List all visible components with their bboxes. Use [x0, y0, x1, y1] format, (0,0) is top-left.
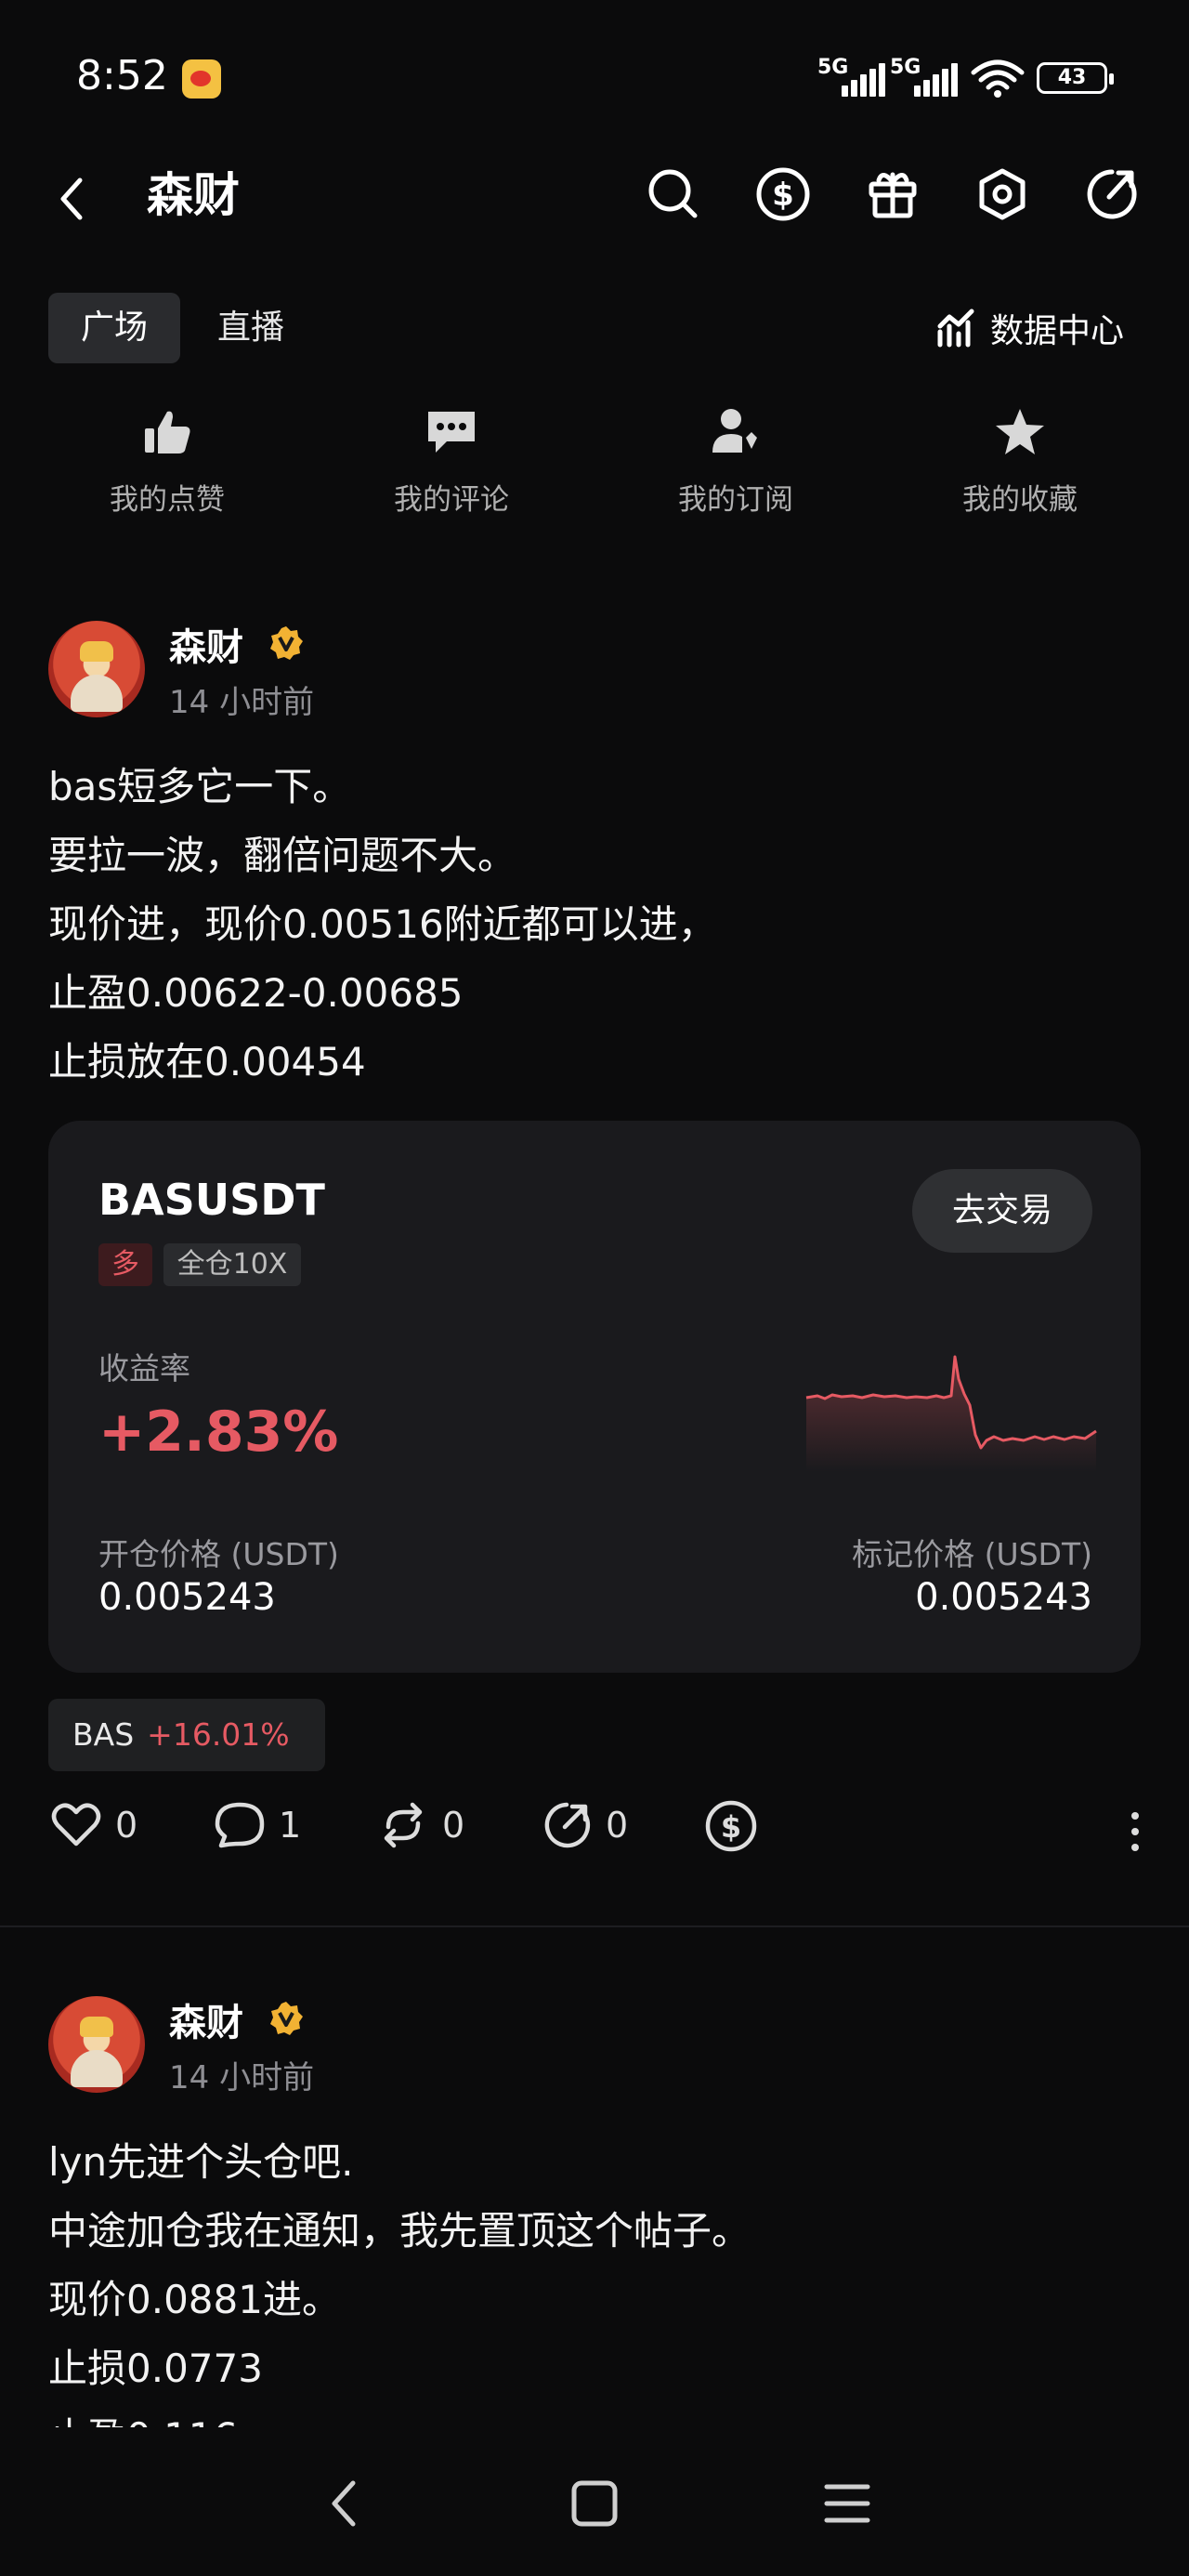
post-time: 14 小时前 — [169, 2059, 315, 2096]
comment-icon — [428, 412, 475, 453]
avatar[interactable] — [48, 621, 145, 717]
repost-icon — [384, 1802, 423, 1848]
dollar-coin-icon[interactable]: $ — [752, 164, 814, 225]
share-post-button[interactable]: 0 — [541, 1799, 628, 1851]
system-nav-bar — [0, 2427, 1189, 2576]
post-time: 14 小时前 — [169, 684, 315, 721]
share-icon — [544, 1802, 591, 1848]
tab-square[interactable]: 广场 — [48, 293, 180, 363]
repost-count: 0 — [442, 1805, 465, 1846]
cellular-signal-2-icon: 5G — [890, 56, 958, 97]
status-time: 8:52 — [76, 52, 168, 99]
my-likes-button[interactable]: 我的点赞 — [74, 401, 260, 518]
post-line: bas短多它一下。 — [48, 764, 352, 809]
post-line: 要拉一波，翻倍问题不大。 — [48, 833, 517, 878]
dollar-coin-icon: $ — [705, 1800, 757, 1852]
like-button[interactable]: 0 — [50, 1799, 137, 1851]
share-icon[interactable] — [1081, 164, 1143, 225]
author-name[interactable]: 森财 — [169, 1992, 243, 2046]
like-count: 0 — [115, 1805, 138, 1846]
open-price-value: 0.005243 — [98, 1576, 276, 1619]
post-line: 止损0.0773 — [48, 2346, 263, 2391]
post-content: bas短多它一下。 要拉一波，翻倍问题不大。 现价进，现价0.00516附近都可… — [48, 753, 1144, 1097]
search-icon[interactable] — [643, 164, 704, 225]
quick-actions: 我的点赞 我的评论 我的订阅 我的收藏 — [0, 401, 1189, 522]
post-content: lyn先进个头仓吧. 中途加仓我在通知，我先置顶这个帖子。 现价0.0881进。… — [48, 2128, 1144, 2472]
weibo-notification-icon — [182, 59, 221, 99]
thumbs-up-icon — [145, 411, 190, 453]
coin-change: +16.01% — [147, 1716, 290, 1753]
price-sparkline — [805, 1355, 1097, 1472]
data-center-button[interactable]: 数据中心 — [936, 297, 1124, 359]
subscribe-user-icon — [712, 409, 757, 453]
svg-text:$: $ — [721, 1809, 741, 1845]
more-options-icon[interactable] — [1130, 1812, 1141, 1860]
settings-hex-icon[interactable] — [972, 164, 1033, 225]
post-line: 止损放在0.00454 — [48, 1039, 366, 1084]
return-label: 收益率 — [98, 1350, 190, 1387]
post-line: lyn先进个头仓吧. — [48, 2139, 354, 2185]
comment-bubble-icon — [215, 1802, 265, 1848]
trade-card[interactable]: BASUSDT 多 全仓10X 去交易 收益率 +2.83% 开仓价格 (USD… — [48, 1121, 1141, 1673]
share-count: 0 — [606, 1805, 629, 1846]
gift-icon[interactable] — [862, 164, 923, 225]
trading-pair: BASUSDT — [98, 1175, 325, 1225]
battery-indicator: 43 — [1037, 62, 1114, 94]
home-square-icon[interactable] — [568, 2476, 621, 2531]
app-header: 森财 $ — [0, 149, 1189, 269]
my-comments-button[interactable]: 我的评论 — [359, 401, 544, 518]
return-value: +2.83% — [98, 1400, 339, 1465]
heart-icon — [51, 1803, 101, 1847]
open-price-label: 开仓价格 (USDT) — [98, 1536, 339, 1572]
verified-badge-icon — [270, 2002, 303, 2035]
author-name[interactable]: 森财 — [169, 617, 243, 671]
repost-button[interactable]: 0 — [377, 1799, 464, 1851]
wifi-icon — [971, 59, 1025, 98]
my-favorites-button[interactable]: 我的收藏 — [927, 401, 1113, 518]
leverage-badge: 全仓10X — [163, 1243, 301, 1286]
svg-text:$: $ — [772, 177, 794, 214]
tip-button[interactable]: $ — [704, 1799, 771, 1853]
menu-icon[interactable] — [821, 2476, 873, 2531]
avatar[interactable] — [48, 1996, 145, 2093]
comment-button[interactable]: 1 — [214, 1799, 301, 1851]
comment-count: 1 — [279, 1805, 302, 1846]
mark-price-label: 标记价格 (USDT) — [852, 1536, 1092, 1572]
cellular-signal-1-icon: 5G — [817, 56, 885, 97]
post-line: 现价0.0881进。 — [48, 2277, 341, 2322]
post-line: 中途加仓我在通知，我先置顶这个帖子。 — [48, 2208, 751, 2254]
my-subscriptions-button[interactable]: 我的订阅 — [643, 401, 829, 518]
post-line: 止盈0.00622-0.00685 — [48, 970, 464, 1016]
coin-tag[interactable]: BAS +16.01% — [48, 1699, 325, 1771]
chart-icon — [937, 309, 974, 348]
post-actions: 0 1 0 0 $ — [0, 1799, 1189, 1870]
data-center-label: 数据中心 — [990, 312, 1125, 350]
back-icon[interactable] — [323, 2476, 364, 2531]
coin-symbol: BAS — [72, 1716, 135, 1753]
direction-badge: 多 — [98, 1243, 152, 1286]
status-bar: 8:52 5G 5G 43 — [0, 0, 1189, 149]
tab-live[interactable]: 直播 — [204, 293, 297, 363]
go-trade-button[interactable]: 去交易 — [912, 1169, 1092, 1253]
mark-price-value: 0.005243 — [915, 1576, 1092, 1619]
verified-badge-icon — [270, 626, 303, 660]
page-title: 森财 — [147, 168, 240, 222]
back-arrow-icon[interactable] — [50, 171, 97, 227]
star-icon — [996, 409, 1044, 454]
post-divider — [0, 1925, 1189, 1927]
post-line: 现价进，现价0.00516附近都可以进， — [48, 901, 717, 947]
